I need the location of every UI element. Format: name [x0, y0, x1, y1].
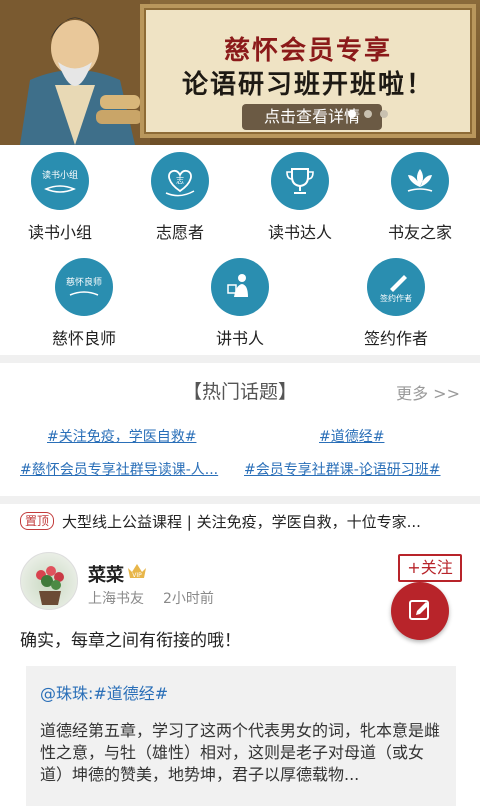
- carousel-dots: [348, 110, 388, 118]
- svg-text:慈怀良师: 慈怀良师: [66, 276, 102, 288]
- grid-item-label: 签约作者: [363, 329, 428, 348]
- pinned-text: 大型线上公益课程 | 关注免疫，学医自救，十位专家...: [62, 512, 421, 531]
- pinned-badge: 置顶: [20, 512, 55, 530]
- flower-pot-image: [36, 566, 64, 605]
- grid-item-good-teacher[interactable]: 慈怀良师 慈怀良师: [24, 258, 144, 349]
- lotus-icon: [391, 152, 449, 210]
- grid-item-label: 志愿者: [155, 223, 204, 242]
- username[interactable]: 菜菜: [88, 561, 124, 587]
- user-location: 上海书友: [88, 591, 144, 607]
- grid-item-reading-master[interactable]: 读书达人: [240, 152, 360, 243]
- compose-button[interactable]: [391, 582, 449, 640]
- grid-item-label: 慈怀良师: [51, 329, 116, 348]
- grid-item-reading-group[interactable]: 读书小组 读书小组: [0, 152, 120, 243]
- book-group-icon: 读书小组: [31, 152, 89, 210]
- svg-text:读书小组: 读书小组: [42, 169, 78, 181]
- feature-grid: 读书小组 读书小组 志 志愿者 读书达人 书友之家 慈怀良师 慈怀良师 讲书人: [0, 148, 480, 353]
- hot-topics-section: 【热门话题】 更多 >> #关注免疫，学医自救# #道德经# #慈怀会员专享社群…: [0, 363, 480, 496]
- svg-text:志: 志: [176, 175, 184, 185]
- topic-tag[interactable]: #关注免疫，学医自救#: [47, 426, 196, 446]
- banner-title: 慈怀会员专享: [223, 36, 392, 66]
- signing-pen-icon: 签约作者: [367, 258, 425, 316]
- pinned-post[interactable]: 置顶 大型线上公益课程 | 关注免疫，学医自救，十位专家...: [0, 506, 480, 536]
- carousel-dot[interactable]: [364, 110, 372, 118]
- grid-item-storyteller[interactable]: 讲书人: [180, 258, 300, 349]
- grid-item-label: 读书小组: [27, 223, 92, 242]
- post-text: 确实，每章之间有衔接的哦！: [20, 631, 241, 651]
- heart-hand-icon: 志: [151, 152, 209, 210]
- speaker-icon: [211, 258, 269, 316]
- grid-item-label: 讲书人: [215, 329, 264, 348]
- edit-pencil-icon: [409, 600, 429, 620]
- grid-item-signed-author[interactable]: 签约作者 签约作者: [336, 258, 456, 349]
- feed-post: 菜菜 VIP 上海书友 2小时前 +关注 确实，每章之间有衔接的哦！ @珠珠:#…: [0, 540, 480, 806]
- svg-text:VIP: VIP: [132, 572, 142, 579]
- grid-item-book-friends-home[interactable]: 书友之家: [360, 152, 480, 243]
- trophy-icon: [271, 152, 329, 210]
- topic-tag[interactable]: #会员专享社群课-论语研习班#: [244, 459, 441, 479]
- quoted-mention[interactable]: @珠珠:#道德经#: [40, 680, 168, 704]
- teacher-icon: 慈怀良师: [55, 258, 113, 316]
- carousel-dot[interactable]: [348, 110, 356, 118]
- avatar[interactable]: [20, 552, 78, 610]
- section-divider: [0, 355, 480, 363]
- vip-crown-icon: VIP: [128, 564, 146, 579]
- post-time: 2小时前: [163, 591, 214, 607]
- confucius-illustration: [0, 0, 150, 145]
- grid-item-label: 书友之家: [387, 223, 452, 242]
- follow-button[interactable]: +关注: [398, 554, 462, 582]
- banner-subtitle: 论语研习班开班啦！: [181, 70, 434, 100]
- svg-text:签约作者: 签约作者: [380, 293, 412, 303]
- more-topics-link[interactable]: 更多 >>: [396, 380, 460, 404]
- carousel-dot[interactable]: [380, 110, 388, 118]
- quoted-post[interactable]: @珠珠:#道德经# 道德经第五章，学习了这两个代表男女的词，牝本意是雌性之意，与…: [26, 666, 456, 806]
- banner-card: 慈怀会员专享 论语研习班开班啦！ 点击查看详情: [140, 4, 476, 138]
- promo-banner[interactable]: 慈怀会员专享 论语研习班开班啦！ 点击查看详情: [0, 0, 480, 145]
- quoted-text: 道德经第五章，学习了这两个代表男女的词，牝本意是雌性之意，与牡（雄性）相对，这则…: [40, 721, 441, 784]
- topic-tag[interactable]: #道德经#: [319, 426, 384, 446]
- grid-item-volunteer[interactable]: 志 志愿者: [120, 152, 240, 243]
- section-divider: [0, 496, 480, 504]
- grid-item-label: 读书达人: [267, 223, 332, 242]
- topic-tag[interactable]: #慈怀会员专享社群导读课-人...: [20, 459, 218, 479]
